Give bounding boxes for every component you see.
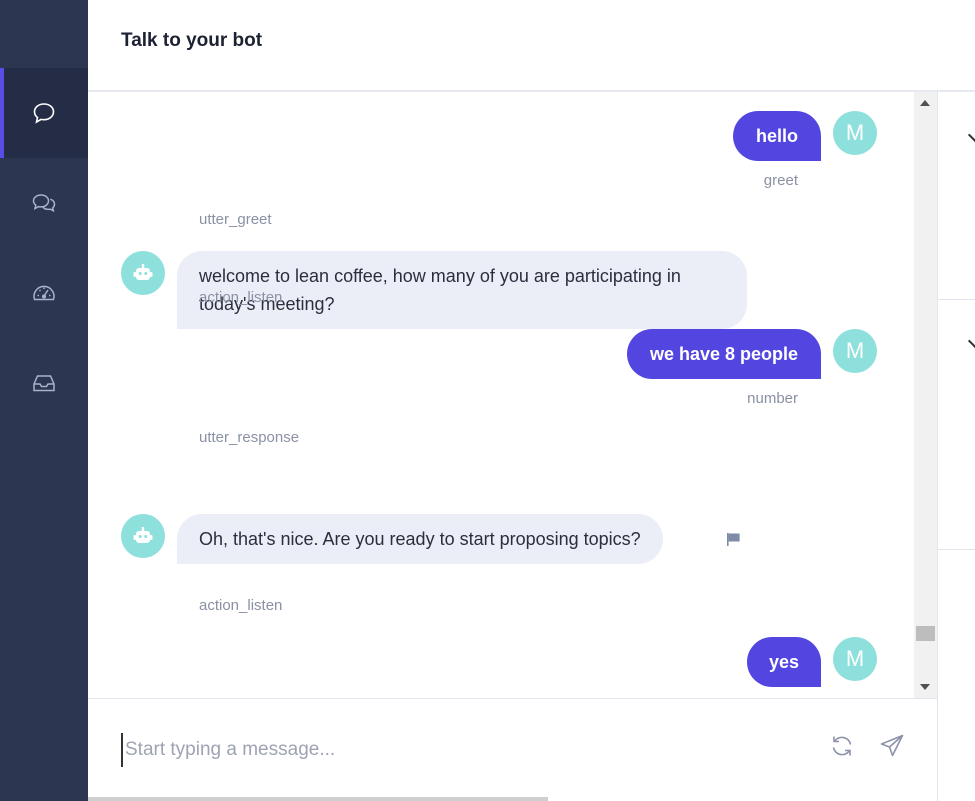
user-message: we have 8 people	[627, 329, 821, 379]
inbox-icon	[33, 375, 55, 392]
action-label: action_listen	[199, 289, 283, 306]
chevron-down-icon[interactable]	[967, 127, 975, 143]
scroll-thumb[interactable]	[916, 626, 935, 641]
nav-item-dashboard[interactable]	[0, 248, 88, 338]
message-input[interactable]	[121, 733, 761, 767]
bot-message: Oh, that's nice. Are you ready to start …	[177, 514, 663, 564]
flag-icon[interactable]	[726, 532, 742, 551]
user-message-text: we have 8 people	[649, 343, 799, 364]
panel-divider	[938, 299, 975, 300]
chat-bubble-icon	[33, 103, 55, 124]
right-panel	[937, 92, 975, 801]
send-icon	[880, 734, 904, 757]
restart-button[interactable]	[827, 731, 857, 761]
panel-divider	[938, 549, 975, 550]
robot-icon	[133, 527, 153, 543]
chat-scrollbar[interactable]	[914, 92, 937, 698]
message-composer	[88, 698, 937, 801]
nav-item-inbox[interactable]	[0, 338, 88, 428]
bot-avatar	[121, 514, 165, 558]
bot-message-text: Oh, that's nice. Are you ready to start …	[199, 529, 641, 549]
sidebar	[0, 0, 88, 801]
user-message-text: yes	[768, 651, 800, 672]
action-label: utter_response	[199, 429, 300, 446]
chevron-down-icon[interactable]	[967, 333, 975, 349]
intent-label[interactable]: greet	[698, 172, 798, 189]
page-title: Talk to your bot	[121, 30, 263, 51]
bot-avatar	[121, 251, 165, 295]
action-label: action_listen	[199, 597, 283, 614]
chat-history[interactable]: hello M greet utter_greet welcome to lea…	[88, 92, 914, 698]
user-message: yes	[747, 637, 821, 687]
conversations-icon	[32, 194, 56, 213]
header: Talk to your bot	[88, 0, 975, 92]
user-avatar: M	[833, 111, 877, 155]
user-message: hello	[733, 111, 821, 161]
action-label: utter_greet	[199, 211, 272, 228]
user-avatar: M	[833, 637, 877, 681]
refresh-icon	[832, 736, 852, 756]
nav-item-conversations[interactable]	[0, 158, 88, 248]
send-button[interactable]	[877, 731, 907, 761]
scroll-up-arrow-icon[interactable]	[920, 100, 930, 106]
nav-item-talk-to-bot[interactable]	[0, 68, 88, 158]
intent-label[interactable]: number	[698, 390, 798, 407]
window-bottom-edge	[88, 797, 548, 801]
user-message-text: hello	[755, 125, 798, 146]
user-avatar: M	[833, 329, 877, 373]
dashboard-gauge-icon	[33, 285, 55, 301]
scroll-down-arrow-icon[interactable]	[920, 684, 930, 690]
robot-icon	[133, 264, 153, 280]
